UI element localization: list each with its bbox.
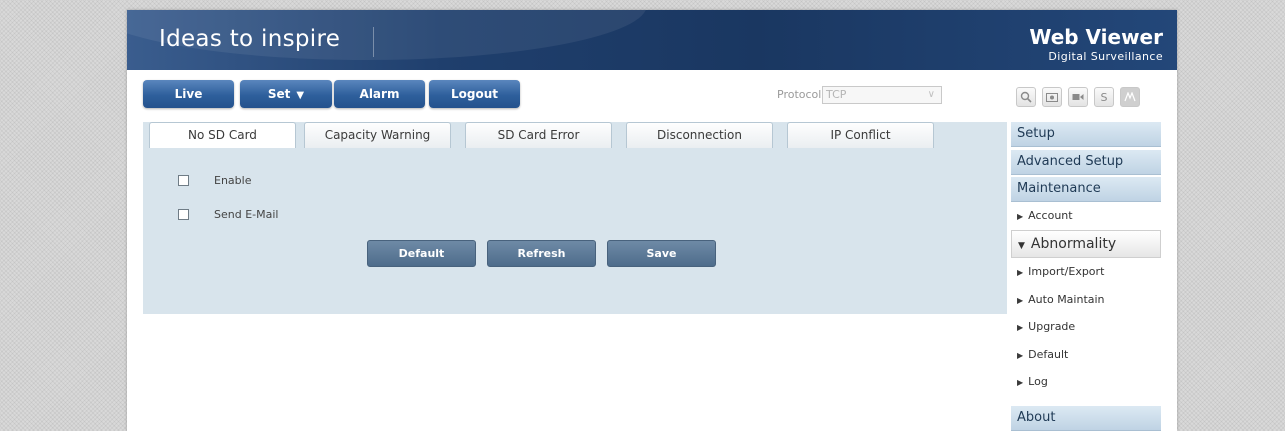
save-button[interactable]: Save (607, 240, 716, 267)
chevron-down-icon: ▼ (296, 90, 305, 101)
sidebar-item-label: Auto Maintain (1028, 293, 1105, 306)
brand-divider (373, 27, 374, 57)
settings-panel: No SD Card Capacity Warning SD Card Erro… (143, 122, 1007, 314)
sidebar-item-account[interactable]: ▶ Account (1017, 209, 1073, 222)
tab-no-sd-card[interactable]: No SD Card (149, 122, 296, 148)
nav-live-label: Live (174, 87, 203, 101)
search-icon[interactable] (1016, 87, 1036, 107)
sidebar-item-label: Advanced Setup (1017, 154, 1124, 169)
nav-alarm-button[interactable]: Alarm (334, 80, 425, 108)
tab-disconnection[interactable]: Disconnection (626, 122, 773, 148)
sidebar-item-label: Log (1028, 375, 1048, 388)
tab-label: Disconnection (657, 128, 742, 142)
fullscreen-icon[interactable] (1120, 87, 1140, 107)
tab-label: IP Conflict (830, 128, 891, 142)
tab-capacity-warning[interactable]: Capacity Warning (304, 122, 451, 148)
product-name: Web Viewer (1029, 25, 1163, 49)
nav-logout-label: Logout (450, 87, 498, 101)
sidebar-item-abnormality[interactable]: ▼ Abnormality (1011, 230, 1161, 258)
nav-set-label: Set (267, 87, 291, 101)
snapshot-icon[interactable] (1042, 87, 1062, 107)
sidebar-item-label: Import/Export (1028, 265, 1105, 278)
tab-label: Capacity Warning (324, 128, 431, 142)
chevron-down-icon: ∨ (927, 89, 935, 100)
enable-option: Enable (178, 172, 251, 188)
sidebar-item-log[interactable]: ▶ Log (1017, 375, 1048, 388)
send-email-checkbox[interactable] (178, 208, 189, 220)
sidebar-item-import-export[interactable]: ▶ Import/Export (1017, 265, 1104, 278)
send-email-label: Send E-Mail (214, 207, 279, 221)
caret-down-icon: ▼ (1018, 241, 1025, 251)
sidebar-item-label: About (1017, 410, 1056, 425)
send-email-option: Send E-Mail (178, 206, 278, 222)
refresh-button-label: Refresh (517, 247, 566, 260)
sidebar-item-label: Default (1028, 348, 1069, 361)
record-icon[interactable] (1068, 87, 1088, 107)
tab-label: No SD Card (188, 128, 257, 142)
protocol-label: Protocol (777, 88, 822, 101)
product-subtitle: Digital Surveillance (1048, 50, 1163, 63)
sidebar-item-label: Setup (1017, 126, 1055, 141)
sidebar-item-about[interactable]: About (1011, 406, 1161, 431)
brand-slogan: Ideas to inspire (159, 26, 341, 52)
tab-sd-card-error[interactable]: SD Card Error (465, 122, 612, 148)
header-banner: Ideas to inspire Web Viewer Digital Surv… (127, 10, 1177, 70)
caret-right-icon: ▶ (1017, 323, 1024, 332)
caret-right-icon: ▶ (1017, 296, 1024, 305)
enable-checkbox[interactable] (178, 174, 189, 186)
nav-alarm-label: Alarm (359, 87, 400, 101)
save-button-label: Save (646, 247, 677, 260)
sidebar-item-label: Abnormality (1030, 236, 1117, 252)
refresh-button[interactable]: Refresh (487, 240, 596, 267)
protocol-select[interactable]: TCP ∨ (822, 86, 942, 104)
caret-right-icon: ▶ (1017, 268, 1024, 277)
caret-right-icon: ▶ (1017, 351, 1024, 360)
sidebar-item-setup[interactable]: Setup (1011, 122, 1161, 147)
web-viewer-window: Ideas to inspire Web Viewer Digital Surv… (127, 10, 1177, 431)
default-button-label: Default (398, 247, 445, 260)
nav-set-button[interactable]: Set ▼ (240, 80, 332, 108)
nav-logout-button[interactable]: Logout (429, 80, 520, 108)
sidebar-item-maintenance[interactable]: Maintenance (1011, 177, 1161, 202)
sidebar-item-default[interactable]: ▶ Default (1017, 348, 1068, 361)
caret-right-icon: ▶ (1017, 212, 1024, 221)
default-button[interactable]: Default (367, 240, 476, 267)
sidebar-item-label: Upgrade (1028, 320, 1076, 333)
sidebar-item-label: Account (1028, 209, 1073, 222)
nav-live-button[interactable]: Live (143, 80, 234, 108)
caret-right-icon: ▶ (1017, 378, 1024, 387)
sidebar-item-advanced-setup[interactable]: Advanced Setup (1011, 150, 1161, 175)
enable-label: Enable (214, 173, 252, 187)
tab-ip-conflict[interactable]: IP Conflict (787, 122, 934, 148)
sidebar-item-auto-maintain[interactable]: ▶ Auto Maintain (1017, 293, 1105, 306)
protocol-value: TCP (826, 88, 847, 101)
sidebar-item-upgrade[interactable]: ▶ Upgrade (1017, 320, 1075, 333)
tab-label: SD Card Error (497, 128, 580, 142)
s-icon[interactable]: S (1094, 87, 1114, 107)
sidebar-item-label: Maintenance (1017, 181, 1101, 196)
